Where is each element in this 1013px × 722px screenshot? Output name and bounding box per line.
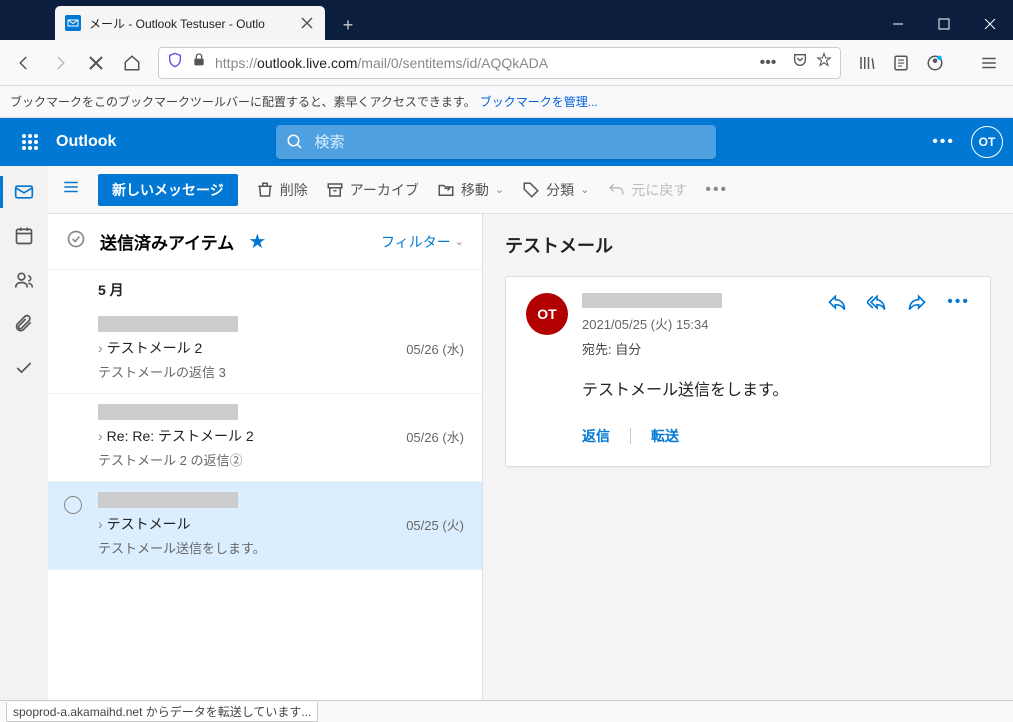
message-date: 05/26 (水) xyxy=(406,427,464,446)
message-subject: › テストメール 2 xyxy=(98,338,202,358)
filter-button[interactable]: フィルター⌄ xyxy=(381,232,464,252)
chevron-down-icon: ⌄ xyxy=(495,183,504,196)
brand-label: Outlook xyxy=(56,133,116,151)
message-item[interactable]: › テストメール 2 05/26 (水) テストメールの返信 3 xyxy=(48,306,482,394)
overflow-menu-icon[interactable]: ••• xyxy=(705,181,728,199)
shield-icon[interactable] xyxy=(167,52,183,73)
select-circle[interactable] xyxy=(64,496,82,514)
forward-button[interactable] xyxy=(44,47,76,79)
outlook-favicon xyxy=(65,15,81,31)
sender-name-redacted xyxy=(582,293,722,308)
categorize-button[interactable]: 分類⌄ xyxy=(522,180,589,200)
sender-redacted xyxy=(98,492,238,508)
browser-tab[interactable]: メール - Outlook Testuser - Outlo xyxy=(55,6,325,40)
search-icon xyxy=(286,133,304,151)
sender-avatar[interactable]: OT xyxy=(526,293,568,335)
favorite-star-icon[interactable]: ★ xyxy=(248,229,266,254)
sender-redacted xyxy=(98,316,238,332)
stop-button[interactable] xyxy=(80,47,112,79)
more-actions-icon[interactable]: ••• xyxy=(947,293,970,358)
app-menu-icon[interactable] xyxy=(973,47,1005,79)
bookmark-toolbar: ブックマークをこのブックマークツールバーに配置すると、素早くアクセスできます。 … xyxy=(0,86,1013,118)
home-button[interactable] xyxy=(116,47,148,79)
rail-mail-icon[interactable] xyxy=(0,170,48,214)
profile-avatar[interactable]: OT xyxy=(971,126,1003,158)
url-text: https://outlook.live.com/mail/0/sentitem… xyxy=(215,55,744,71)
rail-attach-icon[interactable] xyxy=(0,302,48,346)
bookmark-hint: ブックマークをこのブックマークツールバーに配置すると、素早くアクセスできます。 xyxy=(10,93,476,110)
forward-icon[interactable] xyxy=(907,293,927,358)
chevron-down-icon: ⌄ xyxy=(580,183,589,196)
reply-all-icon[interactable] xyxy=(867,293,887,358)
chevron-down-icon: ⌄ xyxy=(455,235,464,248)
message-item[interactable]: › テストメール 05/25 (火) テストメール送信をします。 xyxy=(48,482,482,570)
folder-pane-toggle-icon[interactable] xyxy=(62,178,80,201)
message-preview: テストメール送信をします。 xyxy=(98,538,464,557)
rail-calendar-icon[interactable] xyxy=(0,214,48,258)
pocket-icon[interactable] xyxy=(792,52,808,73)
recipient-line: 宛先: 自分 xyxy=(582,339,813,358)
rail-people-icon[interactable] xyxy=(0,258,48,302)
rail-todo-icon[interactable] xyxy=(0,346,48,390)
reply-link[interactable]: 返信 xyxy=(582,426,610,446)
reader-icon[interactable] xyxy=(885,47,917,79)
status-text: spoprod-a.akamaihd.net からデータを転送しています... xyxy=(6,702,318,722)
select-all-icon[interactable] xyxy=(66,229,86,254)
reading-title: テストメール xyxy=(505,232,991,258)
command-bar: 新しいメッセージ 削除 アーカイブ 移動⌄ 分類⌄ 元に戻す ••• xyxy=(48,166,1013,214)
more-options-icon[interactable]: ••• xyxy=(932,133,955,151)
library-icon[interactable] xyxy=(851,47,883,79)
browser-navbar: https://outlook.live.com/mail/0/sentitem… xyxy=(0,40,1013,86)
search-box[interactable] xyxy=(276,125,716,159)
tab-title: メール - Outlook Testuser - Outlo xyxy=(89,15,291,32)
search-input[interactable] xyxy=(314,134,706,151)
browser-statusbar: spoprod-a.akamaihd.net からデータを転送しています... xyxy=(0,700,1013,722)
window-maximize-icon[interactable] xyxy=(921,8,967,40)
message-subject: › テストメール xyxy=(98,514,191,534)
back-button[interactable] xyxy=(8,47,40,79)
delete-button[interactable]: 削除 xyxy=(256,180,308,200)
message-subject: › Re: Re: テストメール 2 xyxy=(98,426,254,446)
app-launcher-icon[interactable] xyxy=(10,122,50,162)
message-item[interactable]: › Re: Re: テストメール 2 05/26 (水) テストメール 2 の返信② xyxy=(48,394,482,482)
new-tab-button[interactable]: + xyxy=(333,10,363,40)
window-close-icon[interactable] xyxy=(967,8,1013,40)
sender-redacted xyxy=(98,404,238,420)
bookmark-star-icon[interactable] xyxy=(816,52,832,73)
folder-title: 送信済みアイテム xyxy=(100,229,234,254)
new-message-button[interactable]: 新しいメッセージ xyxy=(98,174,238,206)
url-bar[interactable]: https://outlook.live.com/mail/0/sentitem… xyxy=(158,47,841,79)
left-rail xyxy=(0,166,48,700)
account-icon[interactable] xyxy=(919,47,951,79)
reply-icon[interactable] xyxy=(827,293,847,358)
lock-icon[interactable] xyxy=(191,52,207,73)
separator xyxy=(630,428,631,444)
manage-bookmarks-link[interactable]: ブックマークを管理... xyxy=(480,93,598,110)
message-card: OT 2021/05/25 (火) 15:34 宛先: 自分 ••• xyxy=(505,276,991,467)
move-button[interactable]: 移動⌄ xyxy=(437,180,504,200)
window-minimize-icon[interactable] xyxy=(875,8,921,40)
browser-titlebar: メール - Outlook Testuser - Outlo + xyxy=(0,0,1013,40)
outlook-suite-header: Outlook ••• OT xyxy=(0,118,1013,166)
message-body: テストメール送信をします。 xyxy=(582,376,970,400)
message-list-pane: 送信済みアイテム ★ フィルター⌄ 5 月 › テストメール 2 05/26 (水… xyxy=(48,214,483,700)
archive-button[interactable]: アーカイブ xyxy=(326,180,419,200)
undo-button[interactable]: 元に戻す xyxy=(607,180,687,200)
page-actions-icon[interactable]: ••• xyxy=(752,47,784,79)
folder-header: 送信済みアイテム ★ フィルター⌄ xyxy=(48,214,482,270)
message-date: 05/25 (火) xyxy=(406,515,464,534)
message-preview: テストメール 2 の返信② xyxy=(98,450,464,469)
message-date: 05/26 (水) xyxy=(406,339,464,358)
message-date: 2021/05/25 (火) 15:34 xyxy=(582,314,813,333)
forward-link[interactable]: 転送 xyxy=(651,426,679,446)
tab-close-icon[interactable] xyxy=(299,15,315,31)
message-preview: テストメールの返信 3 xyxy=(98,362,464,381)
month-header: 5 月 xyxy=(48,270,482,306)
reading-pane: テストメール OT 2021/05/25 (火) 15:34 宛先: 自分 xyxy=(483,214,1013,700)
